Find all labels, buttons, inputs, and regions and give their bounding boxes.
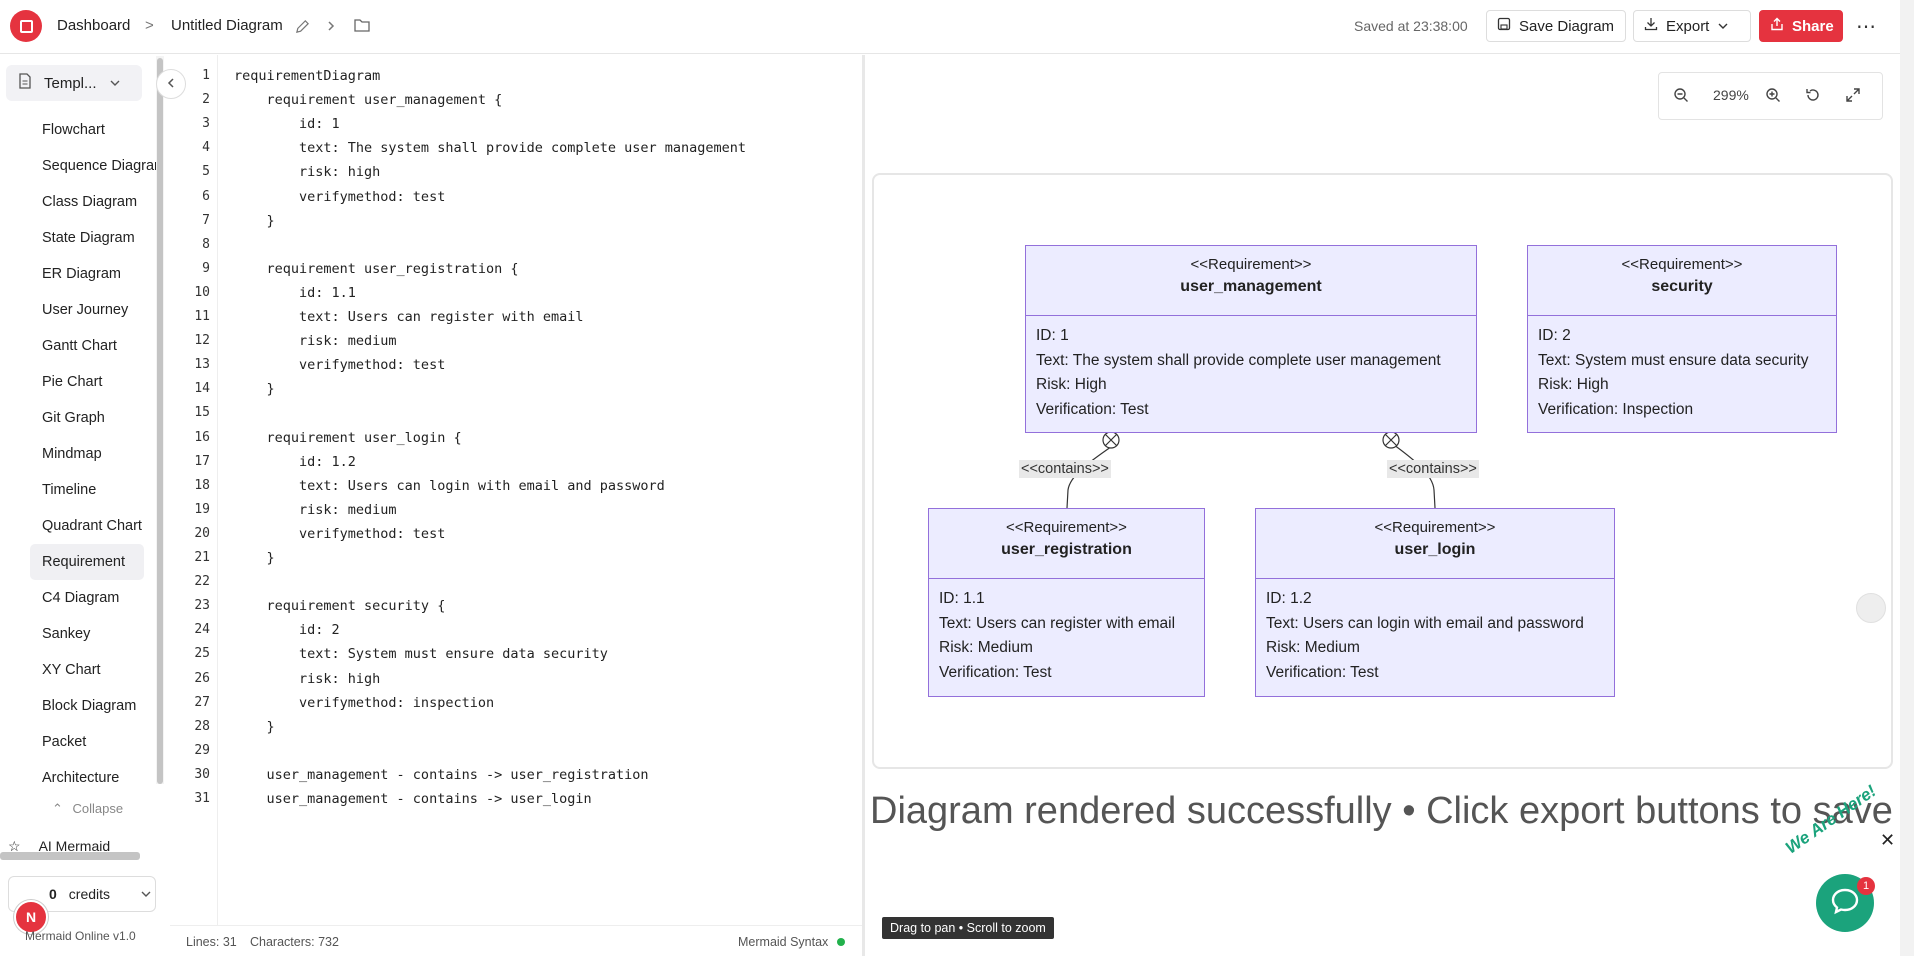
page-scrollbar[interactable] [1900, 0, 1914, 956]
requirement-node-security[interactable]: <<Requirement>> security ID: 2 Text: Sys… [1527, 245, 1837, 433]
requirement-body: ID: 2 Text: System must ensure data secu… [1528, 316, 1836, 422]
requirement-risk: Risk: High [1036, 376, 1107, 393]
requirement-node-user-management[interactable]: <<Requirement>> user_management ID: 1 Te… [1025, 245, 1477, 433]
chat-bubble-icon [1830, 887, 1860, 920]
requirement-stereotype: <<Requirement>> [1190, 256, 1312, 273]
requirement-risk: Risk: Medium [1266, 639, 1360, 656]
requirement-node-user-login[interactable]: <<Requirement>> user_login ID: 1.2 Text:… [1255, 508, 1615, 697]
requirement-id: ID: 1.1 [939, 590, 985, 607]
requirement-text: Text: The system shall provide complete … [1036, 351, 1441, 369]
requirement-verification: Verification: Test [1266, 663, 1379, 681]
requirement-node-user-registration[interactable]: <<Requirement>> user_registration ID: 1.… [928, 508, 1205, 697]
requirement-name: user_management [1180, 278, 1322, 295]
requirement-body: ID: 1.1 Text: Users can register with em… [929, 579, 1204, 685]
render-status-message: Diagram rendered successfully • Click ex… [870, 790, 1893, 832]
requirement-verification: Verification: Test [939, 663, 1052, 681]
requirement-text: Text: Users can register with email [939, 614, 1176, 632]
chat-notification-badge: 1 [1857, 877, 1875, 895]
requirement-name: security [1651, 278, 1713, 295]
requirement-stereotype: <<Requirement>> [1374, 519, 1496, 536]
requirement-stereotype: <<Requirement>> [1621, 256, 1743, 273]
requirement-stereotype: <<Requirement>> [1006, 519, 1127, 536]
requirement-verification: Verification: Inspection [1538, 400, 1694, 418]
requirement-id: ID: 1.2 [1266, 590, 1312, 607]
requirement-text: Text: System must ensure data security [1538, 351, 1809, 369]
requirement-header: <<Requirement>> user_registration [929, 509, 1204, 579]
requirement-body: ID: 1.2 Text: Users can login with email… [1256, 579, 1614, 685]
floating-tool-icon[interactable] [1856, 593, 1886, 623]
requirement-risk: Risk: Medium [939, 639, 1033, 656]
relation-label-contains: <<contains>> [1387, 460, 1479, 478]
requirement-name: user_registration [1001, 541, 1132, 558]
requirement-id: ID: 1 [1036, 327, 1069, 344]
relation-label-contains: <<contains>> [1019, 460, 1111, 478]
requirement-header: <<Requirement>> security [1528, 246, 1836, 316]
requirement-text: Text: Users can login with email and pas… [1266, 614, 1584, 632]
requirement-risk: Risk: High [1538, 376, 1609, 393]
requirement-header: <<Requirement>> user_management [1026, 246, 1476, 316]
requirement-verification: Verification: Test [1036, 400, 1149, 418]
requirement-header: <<Requirement>> user_login [1256, 509, 1614, 579]
drag-tip: Drag to pan • Scroll to zoom [882, 917, 1054, 939]
close-chat-banner-icon[interactable]: ✕ [1880, 830, 1895, 851]
requirement-name: user_login [1394, 541, 1476, 558]
requirement-body: ID: 1 Text: The system shall provide com… [1026, 316, 1476, 422]
requirement-id: ID: 2 [1538, 327, 1571, 344]
